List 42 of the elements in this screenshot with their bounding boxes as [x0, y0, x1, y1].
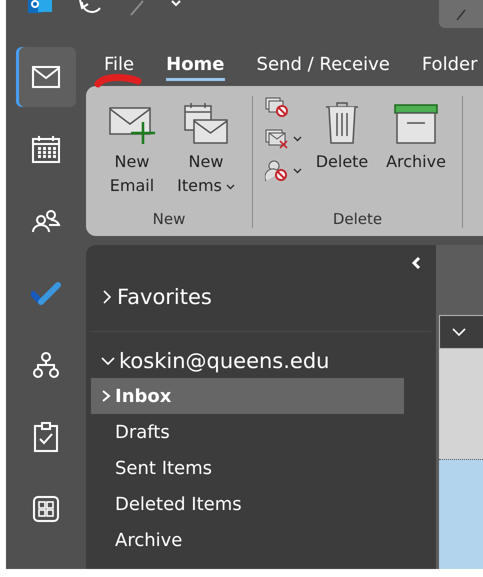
folder-item[interactable]: Sent Items — [91, 450, 404, 486]
scribble-mark — [94, 74, 142, 88]
app-icon[interactable] — [28, 0, 52, 14]
junk-button[interactable] — [265, 158, 302, 184]
trash-icon — [325, 102, 359, 144]
mail-icon — [32, 66, 60, 88]
chevron-right-icon — [101, 288, 113, 306]
caret-icon — [293, 136, 302, 142]
mail-delete-icon — [265, 129, 289, 149]
caret-icon — [293, 168, 302, 174]
group-label: Delete — [332, 210, 382, 230]
ribbon-tab[interactable]: File — [104, 49, 134, 81]
favorites-header[interactable]: Favorites — [91, 279, 431, 315]
chevron-down-icon — [452, 328, 466, 336]
archive-box-icon — [394, 104, 438, 144]
folder-item[interactable]: Drafts — [91, 414, 404, 450]
new-email-button[interactable]: New Email — [98, 92, 166, 210]
clipboard-check-icon — [34, 422, 58, 452]
archive-button[interactable]: Archive — [382, 92, 450, 210]
delete-button[interactable]: Delete — [308, 92, 376, 210]
calendar-mail-icon — [184, 102, 228, 144]
ribbon-tab[interactable]: Home — [166, 49, 225, 81]
new-items-button[interactable]: New Items — [172, 92, 240, 210]
chevron-right-icon — [101, 388, 111, 404]
caret-icon — [226, 184, 235, 190]
people-icon — [31, 209, 61, 233]
person-block-icon — [265, 160, 289, 182]
account-header[interactable]: koskin@queens.edu — [91, 344, 431, 378]
calendar-icon — [32, 135, 60, 163]
chevron-down-icon[interactable] — [170, 0, 182, 8]
checkmark-icon — [31, 281, 61, 305]
ribbon-tab[interactable]: Folder — [422, 49, 478, 81]
folder-item[interactable]: Inbox — [91, 378, 404, 414]
apps-icon — [33, 496, 59, 522]
folder-item[interactable]: Deleted Items — [91, 486, 404, 522]
mail-block-icon — [265, 97, 289, 117]
folder-item[interactable]: Archive — [91, 522, 404, 558]
mail-nav-button[interactable] — [16, 47, 76, 107]
group-label: New — [152, 210, 186, 230]
org-chart-icon — [33, 352, 59, 378]
ribbon-tab[interactable]: Send / Receive — [256, 49, 390, 81]
collapse-pane-button[interactable] — [411, 257, 421, 271]
